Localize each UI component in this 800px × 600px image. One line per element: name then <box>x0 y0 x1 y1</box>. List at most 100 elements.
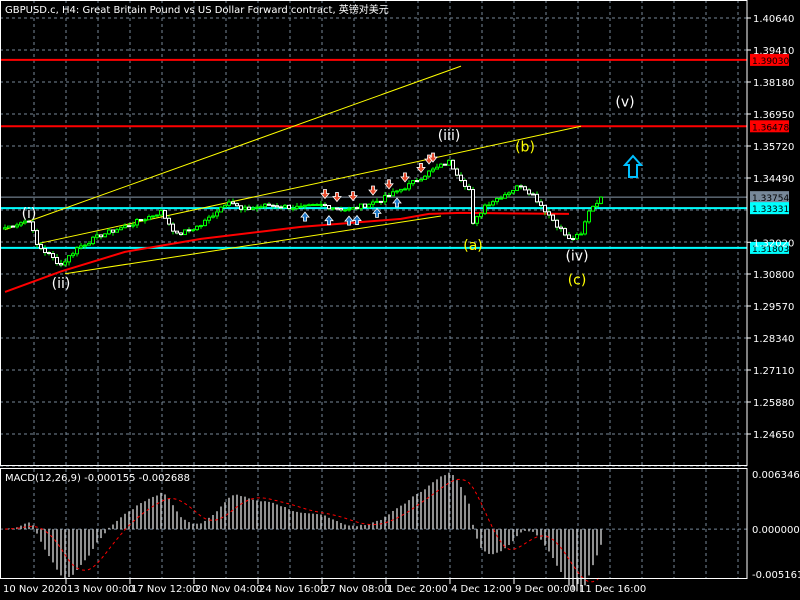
bull-candle <box>307 204 311 207</box>
bear-candle <box>35 230 39 245</box>
bear-candle <box>55 256 59 265</box>
bear-candle <box>555 219 559 228</box>
bear-candle <box>167 217 171 225</box>
bull-candle <box>359 203 363 210</box>
bear-candle <box>535 193 539 203</box>
bull-candle <box>79 245 83 249</box>
bear-candle <box>187 229 191 232</box>
bull-candle <box>303 204 307 207</box>
bear-candle <box>239 205 243 210</box>
bear-candle <box>527 189 531 195</box>
bear-candle <box>275 205 279 208</box>
bull-candle <box>343 209 347 212</box>
time-tick-label: 27 Nov 08:00 <box>323 584 390 595</box>
bear-candle <box>47 252 51 255</box>
bull-candle <box>259 206 263 209</box>
bear-candle <box>39 243 43 250</box>
bear-candle <box>463 180 467 187</box>
wave-label: (i) <box>22 206 37 222</box>
macd-signal-line <box>4 478 602 583</box>
bear-candle <box>543 204 547 213</box>
bull-candle <box>575 234 579 240</box>
bear-candle <box>287 204 291 210</box>
bull-candle <box>515 185 519 191</box>
wave-label: (ii) <box>52 276 71 292</box>
time-tick-label: 10 Nov 2020 <box>3 584 67 595</box>
bull-candle <box>423 175 427 180</box>
buy-arrow-icon <box>324 215 334 226</box>
price-level-label: 1.39030 <box>752 57 789 67</box>
bear-candle <box>127 225 131 228</box>
macd-panel <box>0 472 747 592</box>
bear-candle <box>519 185 523 188</box>
bull-candle <box>75 247 79 255</box>
grid <box>0 0 747 578</box>
price-tick-label: 1.25880 <box>753 398 794 409</box>
bear-candle <box>471 189 475 224</box>
bear-candle <box>523 186 527 191</box>
bull-candle <box>143 219 147 222</box>
bull-candle <box>183 229 187 236</box>
bear-candle <box>323 203 327 207</box>
bear-candle <box>539 201 543 206</box>
bear-candle <box>175 230 179 234</box>
bear-candle <box>443 163 447 166</box>
bear-candle <box>467 185 471 191</box>
bear-candle <box>451 159 455 170</box>
bear-candle <box>363 203 367 208</box>
bull-candle <box>371 201 375 205</box>
time-tick-label: 11 Dec 16:00 <box>579 584 646 595</box>
bull-candle <box>375 200 379 203</box>
price-tick-label: 1.28340 <box>753 334 794 345</box>
bull-candle <box>95 234 99 238</box>
price-tick-label: 1.30800 <box>753 270 794 281</box>
bull-candle <box>7 225 11 229</box>
bear-candle <box>415 180 419 183</box>
bull-candle <box>19 222 23 226</box>
sell-arrow-icon <box>332 192 342 203</box>
price-tick-label: 1.35720 <box>753 142 794 153</box>
bull-candle <box>63 261 67 266</box>
sell-arrow-icon <box>368 185 378 196</box>
bull-candle <box>203 219 207 227</box>
bull-candle <box>395 190 399 193</box>
bear-candle <box>235 203 239 207</box>
bull-candle <box>311 204 315 207</box>
bull-candle <box>223 204 227 208</box>
wave-label: (iii) <box>438 128 461 144</box>
bull-candle <box>315 203 319 206</box>
bull-candle <box>215 211 219 217</box>
bull-candle <box>103 233 107 238</box>
price-tick-label: 1.29570 <box>753 302 794 313</box>
bear-candle <box>327 205 331 210</box>
bear-candle <box>335 207 339 210</box>
macd-tick-label: -0.005161 <box>752 570 800 581</box>
bull-candle <box>347 208 351 211</box>
bull-candle <box>407 183 411 190</box>
bear-candle <box>11 225 15 228</box>
moving-average-line <box>4 211 570 293</box>
bull-candle <box>507 192 511 196</box>
bear-candle <box>99 234 103 238</box>
trading-chart[interactable]: 1.390301.364781.337541.333311.31803 (i) (… <box>0 0 800 600</box>
time-tick-label: 13 Nov 00:00 <box>67 584 134 595</box>
bear-candle <box>339 208 343 211</box>
bull-candle <box>243 206 247 210</box>
price-tick-label: 1.36950 <box>753 110 794 121</box>
sell-arrow-icon <box>400 172 410 183</box>
bull-candle <box>147 216 151 221</box>
bull-candle <box>3 227 7 230</box>
bear-candle <box>355 207 359 210</box>
bull-candle <box>331 207 335 210</box>
buy-arrow-icon <box>300 211 310 222</box>
bull-candle <box>495 197 499 203</box>
bull-candle <box>131 224 135 227</box>
wave-label: (c) <box>568 273 587 289</box>
horizontal-levels[interactable]: 1.390301.364781.337541.333311.31803 <box>0 53 789 255</box>
bull-candle <box>587 210 591 223</box>
bull-candle <box>383 194 387 203</box>
chart-title: GBPUSD.c, H4: Great Britain Pound vs US … <box>5 3 389 16</box>
bear-candle <box>139 218 143 221</box>
price-tick-label: 1.38180 <box>753 78 794 89</box>
up-arrow-icon <box>622 154 644 178</box>
